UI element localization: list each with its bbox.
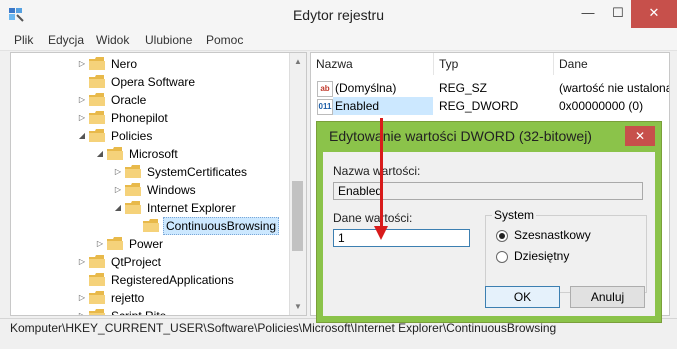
- dialog-close-icon[interactable]: ✕: [625, 126, 655, 146]
- tree-item-label: Nero: [111, 57, 138, 71]
- dialog-body: Nazwa wartości: Enabled Dane wartości: 1…: [323, 152, 655, 316]
- hex-radio[interactable]: [496, 230, 508, 242]
- system-group-label: System: [492, 208, 537, 222]
- menu-ulubione[interactable]: Ulubione: [145, 33, 192, 47]
- column-header-name[interactable]: Nazwa: [311, 53, 434, 75]
- column-header-type[interactable]: Typ: [434, 53, 554, 75]
- folder-icon: [89, 309, 105, 315]
- scroll-thumb[interactable]: [292, 181, 303, 251]
- value-name-label: Nazwa wartości:: [333, 164, 421, 178]
- registry-path: Komputer\HKEY_CURRENT_USER\Software\Poli…: [10, 321, 557, 335]
- tree-item-label: Windows: [147, 183, 196, 197]
- folder-icon: [89, 93, 105, 106]
- scroll-up-icon[interactable]: ▲: [294, 57, 302, 66]
- menu-widok[interactable]: Widok: [96, 33, 129, 47]
- folder-icon: [89, 57, 105, 70]
- folder-icon: [89, 111, 105, 124]
- collapse-icon[interactable]: ◢: [113, 199, 123, 217]
- folder-icon: [89, 75, 105, 88]
- tree-item-label: rejetto: [111, 291, 145, 305]
- cancel-button[interactable]: Anuluj: [570, 286, 645, 308]
- annotation-arrow-line: [380, 118, 383, 228]
- tree-item-label: Power: [129, 237, 164, 251]
- ok-button[interactable]: OK: [485, 286, 560, 308]
- maximize-button[interactable]: ☐: [603, 0, 633, 28]
- value-data-label: Dane wartości:: [333, 211, 413, 225]
- tree-item-label: Internet Explorer: [147, 201, 236, 215]
- value-name: (Domyślna): [335, 81, 397, 95]
- tree-item-label: QtProject: [111, 255, 162, 269]
- folder-icon: [89, 273, 105, 286]
- tree-item-label: Microsoft: [129, 147, 178, 161]
- decimal-radio-label[interactable]: Dziesiętny: [514, 249, 569, 263]
- minimize-button[interactable]: —: [573, 0, 603, 28]
- value-type: REG_SZ: [439, 81, 488, 95]
- expand-icon[interactable]: ▷: [113, 163, 123, 181]
- tree-item-label: Script Rite: [111, 309, 167, 316]
- value-name: Enabled: [333, 97, 433, 115]
- menu-plik[interactable]: Plik: [14, 33, 33, 47]
- base-system-group: System Szesnastkowy Dziesiętny: [485, 208, 647, 293]
- decimal-radio[interactable]: [496, 251, 508, 263]
- folder-icon: [89, 291, 105, 304]
- tree-item-label: SystemCertificates: [147, 165, 248, 179]
- value-data: (wartość nie ustalona): [559, 81, 670, 95]
- close-button[interactable]: ✕: [631, 0, 677, 28]
- title-bar: Edytor rejestru — ☐ ✕: [0, 0, 677, 30]
- folder-icon: [125, 183, 141, 196]
- folder-icon: [125, 201, 141, 214]
- scroll-down-icon[interactable]: ▼: [294, 302, 302, 311]
- value-data: 0x00000000 (0): [559, 99, 644, 113]
- expand-icon[interactable]: ▷: [77, 253, 87, 271]
- folder-icon: [107, 147, 123, 160]
- expand-icon[interactable]: ▷: [113, 181, 123, 199]
- menu-bar: Plik Edycja Widok Ulubione Pomoc: [0, 30, 677, 51]
- expand-icon[interactable]: ▷: [77, 91, 87, 109]
- value-row[interactable]: ab (Domyślna) REG_SZ (wartość nie ustalo…: [311, 79, 670, 97]
- collapse-icon[interactable]: ◢: [95, 145, 105, 163]
- folder-icon: [89, 129, 105, 142]
- menu-edycja[interactable]: Edycja: [48, 33, 84, 47]
- registry-tree[interactable]: ▷ Nero Opera Software ▷ Oracle ▷ Phonepilot ◢ Po…: [10, 52, 307, 316]
- tree-item-label: ContinuousBrowsing: [163, 217, 280, 235]
- edit-dword-dialog: Edytowanie wartości DWORD (32-bitowej) ✕…: [316, 121, 662, 323]
- value-data-input[interactable]: 1: [333, 229, 470, 247]
- folder-icon: [125, 165, 141, 178]
- string-value-icon: ab: [317, 81, 333, 97]
- dialog-title: Edytowanie wartości DWORD (32-bitowej): [329, 128, 592, 144]
- hex-radio-label[interactable]: Szesnastkowy: [514, 228, 591, 242]
- folder-icon: [143, 219, 159, 232]
- tree-item-label: Oracle: [111, 93, 147, 107]
- expand-icon[interactable]: ▷: [95, 235, 105, 253]
- tree-item-label: RegisteredApplications: [111, 273, 234, 287]
- tree-item-label: Phonepilot: [111, 111, 168, 125]
- expand-icon[interactable]: ▷: [77, 55, 87, 73]
- tree-scrollbar[interactable]: ▲ ▼: [289, 53, 306, 315]
- folder-icon: [107, 237, 123, 250]
- folder-icon: [89, 255, 105, 268]
- value-row-selected[interactable]: 011 Enabled REG_DWORD 0x00000000 (0): [311, 97, 669, 115]
- value-type: REG_DWORD: [439, 99, 519, 113]
- collapse-icon[interactable]: ◢: [77, 127, 87, 145]
- expand-icon[interactable]: ▷: [77, 109, 87, 127]
- annotation-arrow-head: [374, 226, 388, 240]
- expand-icon[interactable]: ▷: [77, 307, 87, 315]
- tree-item-label: Opera Software: [111, 75, 196, 89]
- column-header-data[interactable]: Dane: [554, 53, 669, 75]
- tree-item-label: Policies: [111, 129, 153, 143]
- expand-icon[interactable]: ▷: [77, 289, 87, 307]
- binary-value-icon: 011: [317, 99, 333, 115]
- menu-pomoc[interactable]: Pomoc: [206, 33, 243, 47]
